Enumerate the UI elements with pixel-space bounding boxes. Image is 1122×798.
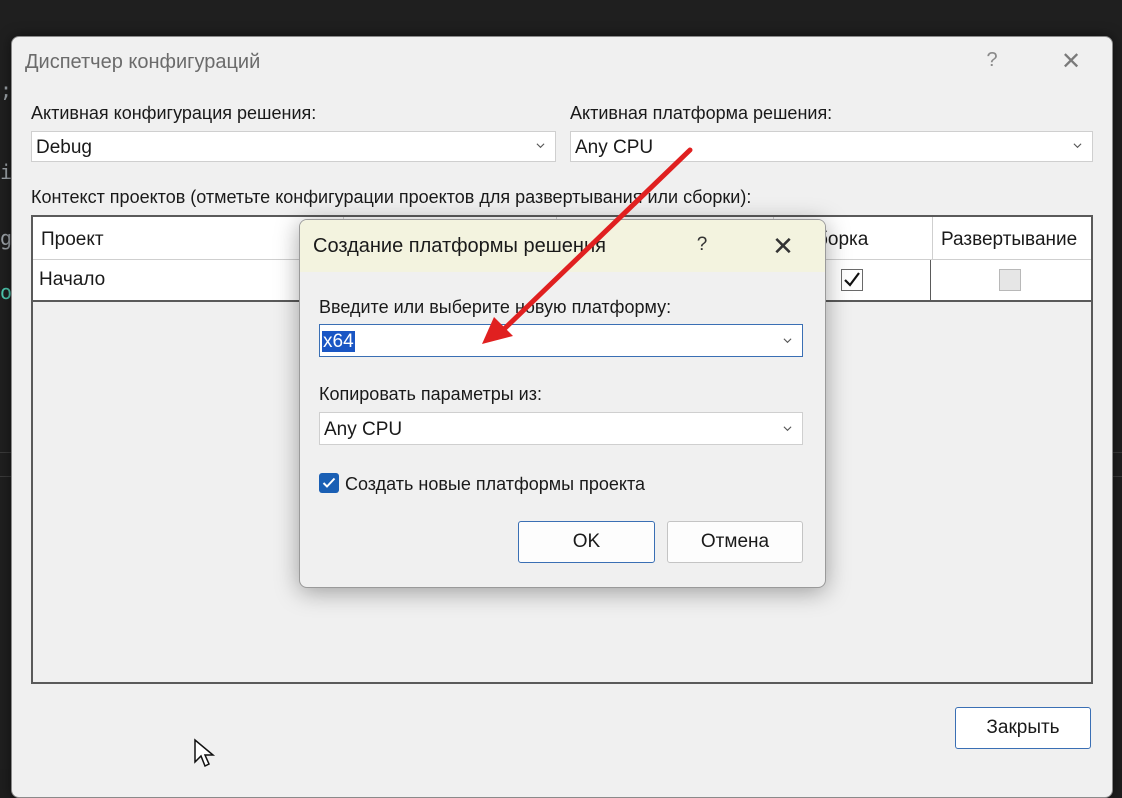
chevron-down-icon[interactable] xyxy=(783,336,792,345)
column-deploy[interactable]: Развертывание xyxy=(933,217,1091,259)
active-platform-select[interactable]: Any CPU xyxy=(570,131,1093,162)
checkmark-icon xyxy=(322,477,336,488)
dialog-title: Создание платформы решения xyxy=(313,235,606,257)
platform-label: Введите или выберите новую платформу: xyxy=(319,297,672,317)
column-separator xyxy=(930,260,931,300)
chevron-down-icon xyxy=(1073,143,1082,149)
close-button[interactable]: Закрыть xyxy=(955,707,1091,749)
deploy-checkbox[interactable] xyxy=(999,269,1021,291)
new-solution-platform-dialog: Создание платформы решения ? ✕ Введите и… xyxy=(299,219,826,588)
ok-button[interactable]: OK xyxy=(518,521,655,563)
help-button[interactable]: ? xyxy=(692,234,712,256)
mouse-pointer-icon xyxy=(194,738,216,768)
active-config-select[interactable]: Debug xyxy=(31,131,556,162)
close-icon[interactable]: ✕ xyxy=(1058,47,1084,76)
platform-input-value[interactable]: x64 xyxy=(322,331,355,352)
copy-from-select[interactable]: Any CPU xyxy=(319,412,803,445)
help-button[interactable]: ? xyxy=(982,49,1002,72)
active-config-value: Debug xyxy=(36,137,92,158)
cancel-button[interactable]: Отмена xyxy=(667,521,803,563)
dialog-title: Диспетчер конфигураций xyxy=(25,51,261,73)
chevron-down-icon xyxy=(536,143,545,149)
active-platform-value: Any CPU xyxy=(575,137,654,158)
active-config-label: Активная конфигурация решения: xyxy=(31,103,317,123)
copy-from-label: Копировать параметры из: xyxy=(319,384,542,404)
chevron-down-icon xyxy=(783,426,792,432)
close-icon[interactable]: ✕ xyxy=(770,231,796,262)
column-project[interactable]: Проект xyxy=(33,217,343,259)
copy-from-value: Any CPU xyxy=(324,419,403,440)
create-project-platforms-checkbox[interactable] xyxy=(319,473,339,493)
projects-context-label: Контекст проектов (отметьте конфигурации… xyxy=(31,187,752,207)
platform-combobox[interactable]: x64 xyxy=(319,324,803,357)
active-platform-label: Активная платформа решения: xyxy=(570,103,833,123)
build-checkbox[interactable] xyxy=(841,269,863,291)
create-project-platforms-label[interactable]: Создать новые платформы проекта xyxy=(345,474,645,495)
checkmark-icon xyxy=(844,272,860,287)
project-name: Начало xyxy=(39,269,106,290)
